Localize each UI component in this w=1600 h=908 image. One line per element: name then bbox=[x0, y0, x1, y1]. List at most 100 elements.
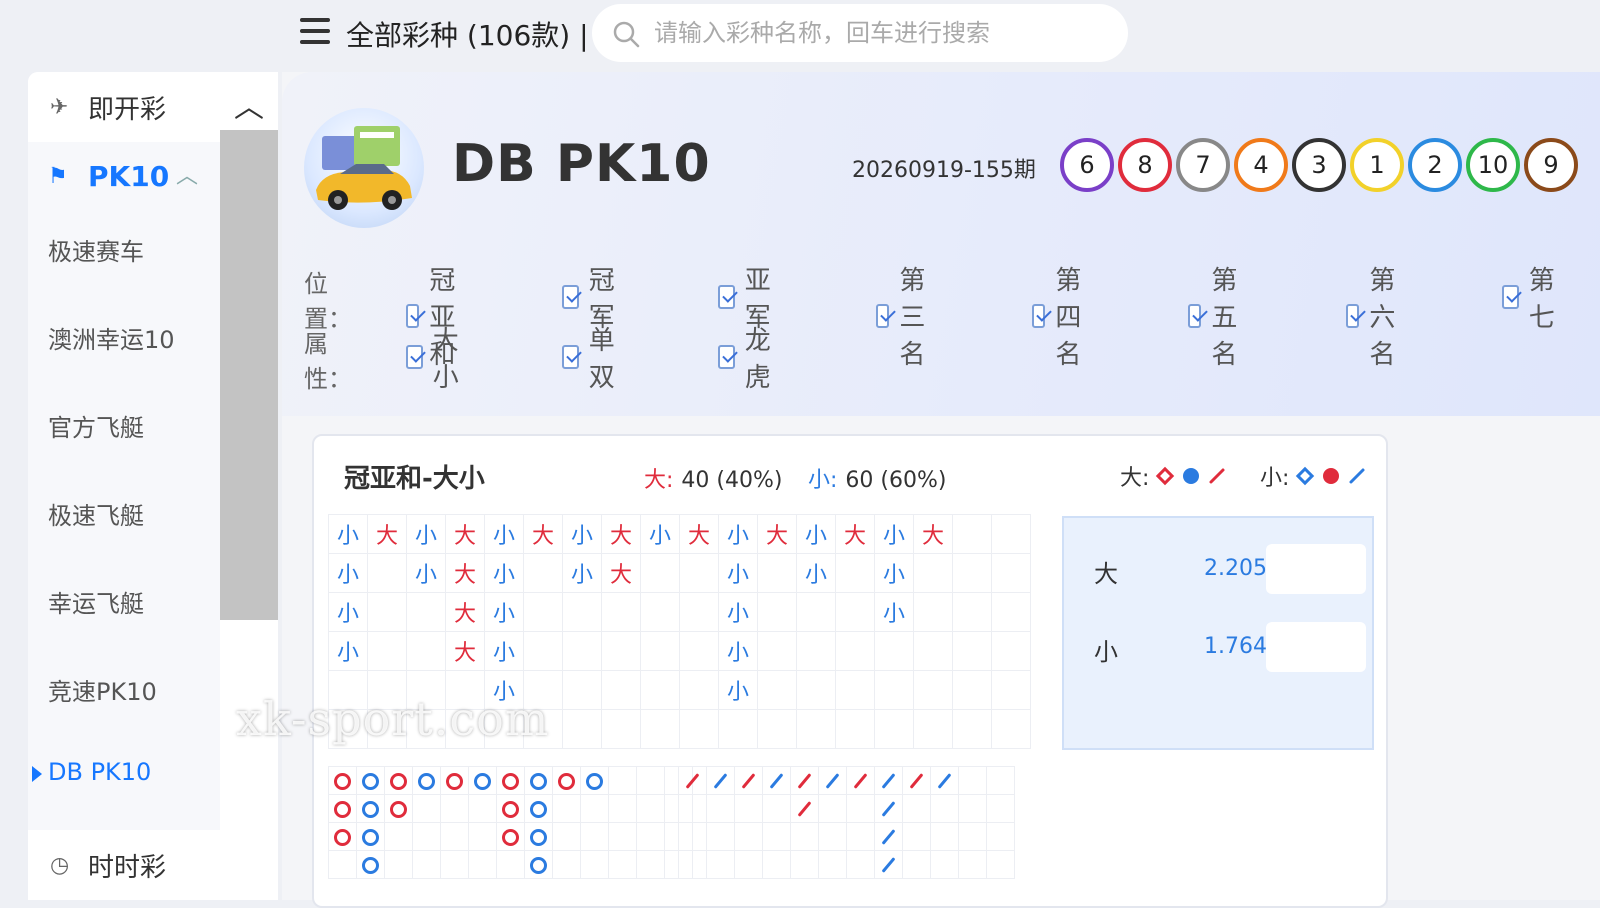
attribute-checkbox-1[interactable]: 单双 bbox=[562, 320, 622, 394]
bead-cell bbox=[580, 766, 609, 795]
slash-cell bbox=[818, 850, 847, 879]
slash-cell bbox=[846, 766, 875, 795]
position-checkbox-5[interactable]: 第五名 bbox=[1188, 260, 1248, 371]
bead-cell bbox=[468, 850, 497, 879]
road-cell bbox=[835, 553, 875, 593]
stats-card: 冠亚和-大小 大: 40 (40%) 小: 60 (60%) 大: 小: 小大小大小… bbox=[312, 434, 1388, 908]
checkbox-checked-icon[interactable] bbox=[1188, 303, 1202, 328]
bead-cell bbox=[356, 822, 385, 851]
checkbox-checked-icon[interactable] bbox=[562, 285, 579, 309]
attribute-checkbox-0[interactable]: 大小 bbox=[406, 320, 466, 394]
bead-cell bbox=[524, 850, 553, 879]
road-cell: 小 bbox=[718, 514, 758, 554]
chevron-up-icon[interactable]: ︿ bbox=[234, 82, 264, 126]
all-games-label[interactable]: 全部彩种 (106款) | bbox=[346, 14, 589, 54]
checkbox-checked-icon[interactable] bbox=[1346, 303, 1360, 328]
checkbox-checked-icon[interactable] bbox=[1502, 285, 1519, 309]
search-input[interactable] bbox=[652, 12, 1106, 54]
odds-name: 大 bbox=[1094, 560, 1118, 588]
bead-cell bbox=[608, 794, 637, 823]
road-cell: 小 bbox=[484, 631, 524, 671]
slash-cell bbox=[902, 850, 931, 879]
bead-cell bbox=[412, 850, 441, 879]
sidebar-group-instant[interactable]: ✈ 即开彩 bbox=[28, 72, 220, 142]
ring-mark-icon bbox=[558, 773, 575, 790]
sidebar-item-guanfang-feiting[interactable]: 官方飞艇 bbox=[48, 408, 144, 443]
road-cell bbox=[952, 592, 992, 632]
position-checkbox-3[interactable]: 第三名 bbox=[876, 260, 936, 371]
ring-mark-icon bbox=[530, 801, 547, 818]
position-checkbox-7[interactable]: 第七 bbox=[1502, 260, 1562, 334]
search-box[interactable] bbox=[592, 4, 1128, 62]
position-checkbox-4[interactable]: 第四名 bbox=[1032, 260, 1092, 371]
checkbox-checked-icon[interactable] bbox=[876, 303, 890, 328]
sidebar-item-jisu-feiting[interactable]: 极速飞艇 bbox=[48, 496, 144, 531]
road-cell: 大 bbox=[835, 514, 875, 554]
slash-cell bbox=[706, 822, 735, 851]
sidebar-item-jingsu-pk10[interactable]: 竞速PK10 bbox=[48, 672, 157, 707]
road-cell: 大 bbox=[523, 514, 563, 554]
checkbox-checked-icon[interactable] bbox=[406, 345, 423, 369]
slash-cell bbox=[958, 822, 987, 851]
slash-cell bbox=[790, 766, 819, 795]
sidebar-group-pk10[interactable]: ⚑ PK10 ︿ bbox=[28, 144, 220, 214]
bead-cell bbox=[356, 794, 385, 823]
road-cell bbox=[406, 592, 446, 632]
road-cell bbox=[562, 592, 602, 632]
road-cell: 小 bbox=[484, 514, 524, 554]
attribute-checkbox-2[interactable]: 龙虎 bbox=[718, 320, 778, 394]
slash-road-grid bbox=[678, 766, 1015, 879]
menu-icon[interactable] bbox=[300, 18, 330, 44]
sidebar-group-label: 即开彩 bbox=[88, 94, 167, 125]
legend-big-label: 大: bbox=[1120, 466, 1150, 491]
sidebar-item-xingyun-feiting[interactable]: 幸运飞艇 bbox=[48, 584, 144, 619]
road-cell bbox=[835, 592, 875, 632]
game-title: DB PK10 bbox=[452, 134, 711, 194]
road-cell bbox=[757, 592, 797, 632]
chevron-up-icon[interactable]: ︿ bbox=[176, 158, 198, 190]
slash-cell bbox=[734, 850, 763, 879]
legend-small-label: 小: bbox=[1260, 466, 1290, 491]
bet-amount-input-big[interactable] bbox=[1266, 544, 1366, 594]
slash-cell bbox=[762, 766, 791, 795]
odds-row-big: 大 2.205 bbox=[1064, 544, 1372, 594]
bead-cell bbox=[524, 766, 553, 795]
search-icon bbox=[613, 21, 640, 48]
road-cell bbox=[367, 553, 407, 593]
main-content: DB PK10 20260919-155期 6 8 7 4 3 1 2 10 9 位置： 冠亚和… bbox=[282, 72, 1600, 908]
bead-cell bbox=[608, 822, 637, 851]
odds-name: 小 bbox=[1094, 638, 1118, 666]
slash-cell bbox=[874, 794, 903, 823]
ring-mark-icon bbox=[334, 773, 351, 790]
scroll-thumb[interactable] bbox=[220, 130, 278, 620]
result-ball: 6 bbox=[1060, 138, 1114, 192]
checkbox-checked-icon[interactable] bbox=[562, 345, 579, 369]
road-cell bbox=[757, 631, 797, 671]
sidebar-group-ssc[interactable]: ◷ 时时彩 bbox=[28, 830, 220, 900]
slash-cell bbox=[846, 850, 875, 879]
road-cell bbox=[601, 670, 641, 710]
sidebar-item-jisu-saiche[interactable]: 极速赛车 bbox=[48, 232, 144, 267]
checkbox-checked-icon[interactable] bbox=[718, 345, 735, 369]
checkbox-checked-icon[interactable] bbox=[1032, 303, 1046, 328]
road-cell bbox=[562, 670, 602, 710]
checkbox-checked-icon[interactable] bbox=[718, 285, 735, 309]
road-cell bbox=[796, 709, 836, 749]
sidebar-item-aozhou-xingyun10[interactable]: 澳洲幸运10 bbox=[48, 320, 175, 355]
slash-cell bbox=[874, 850, 903, 879]
bead-cell bbox=[412, 794, 441, 823]
road-cell: 大 bbox=[601, 553, 641, 593]
sidebar-scrollbar[interactable]: ︿ bbox=[220, 72, 278, 900]
result-ball: 3 bbox=[1292, 138, 1346, 192]
position-checkbox-6[interactable]: 第六名 bbox=[1346, 260, 1406, 371]
road-cell: 小 bbox=[718, 592, 758, 632]
attribute-checkbox-label: 单双 bbox=[588, 326, 615, 393]
slash-cell bbox=[902, 822, 931, 851]
ring-mark-icon bbox=[502, 829, 519, 846]
game-logo bbox=[304, 108, 424, 228]
sidebar-item-db-pk10[interactable]: DB PK10 bbox=[48, 758, 151, 786]
bet-amount-input-small[interactable] bbox=[1266, 622, 1366, 672]
slash-cell bbox=[930, 794, 959, 823]
bead-cell bbox=[580, 794, 609, 823]
ring-mark-icon bbox=[390, 773, 407, 790]
